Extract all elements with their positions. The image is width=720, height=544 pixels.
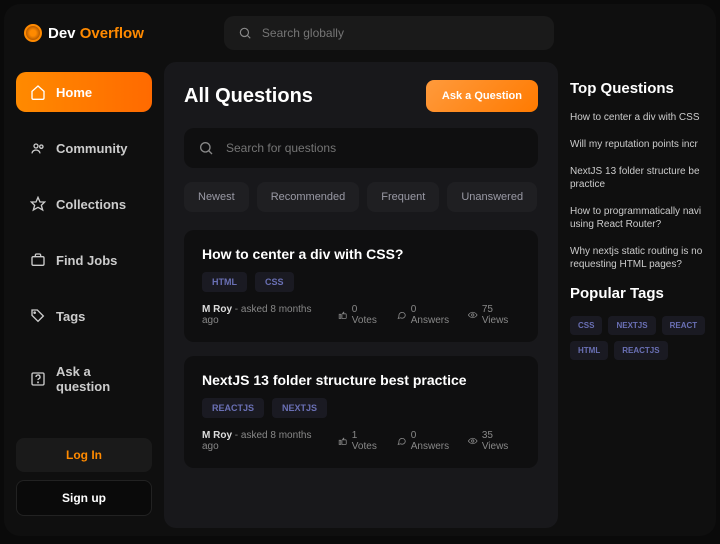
main-content: All Questions Ask a Question Newest Reco… (164, 62, 558, 528)
filter-recommended[interactable]: Recommended (257, 182, 360, 212)
views-stat: 35 Views (468, 430, 520, 452)
question-author: M Roy (202, 304, 232, 315)
top-question-item[interactable]: Will my reputation points incr (570, 138, 712, 151)
views-stat: 75 Views (468, 304, 520, 326)
top-question-item[interactable]: How to programmatically navi using React… (570, 205, 712, 231)
filter-frequent[interactable]: Frequent (367, 182, 439, 212)
popular-tag[interactable]: REACT (662, 316, 706, 335)
sidebar-item-collections[interactable]: Collections (16, 184, 152, 224)
question-tag[interactable]: NEXTJS (272, 398, 327, 418)
home-icon (30, 84, 46, 100)
question-card[interactable]: NextJS 13 folder structure best practice… (184, 356, 538, 468)
community-icon (30, 140, 46, 156)
search-icon (198, 140, 214, 156)
briefcase-icon (30, 252, 46, 268)
top-question-item[interactable]: NextJS 13 folder structure be practice (570, 165, 712, 191)
popular-tag[interactable]: REACTJS (614, 341, 667, 360)
filter-unanswered[interactable]: Unanswered (447, 182, 537, 212)
eye-icon (468, 310, 477, 320)
right-sidebar: Top Questions How to center a div with C… (566, 62, 716, 536)
filter-row: Newest Recommended Frequent Unanswered (184, 182, 538, 212)
star-icon (30, 196, 46, 212)
eye-icon (468, 436, 477, 446)
question-tag[interactable]: REACTJS (202, 398, 264, 418)
question-icon (30, 371, 46, 387)
sidebar-item-label: Tags (56, 309, 85, 324)
sidebar-item-tags[interactable]: Tags (16, 296, 152, 336)
signup-button[interactable]: Sign up (16, 480, 152, 516)
message-icon (397, 436, 406, 446)
question-title: NextJS 13 folder structure best practice (202, 372, 520, 388)
question-card[interactable]: How to center a div with CSS? HTML CSS M… (184, 230, 538, 342)
popular-tags-title: Popular Tags (570, 285, 712, 302)
popular-tag[interactable]: HTML (570, 341, 608, 360)
popular-tag[interactable]: CSS (570, 316, 602, 335)
thumb-icon (338, 436, 347, 446)
answers-stat: 0 Answers (397, 430, 454, 452)
search-icon (238, 26, 252, 40)
top-questions-title: Top Questions (570, 80, 712, 97)
sidebar: Home Community Collections Find Jobs Tag… (4, 62, 164, 536)
sidebar-item-label: Collections (56, 197, 126, 212)
sidebar-item-label: Home (56, 85, 92, 100)
sidebar-item-label: Ask a question (56, 364, 138, 394)
votes-stat: 1 Votes (338, 430, 383, 452)
top-question-item[interactable]: Why nextjs static routing is no requesti… (570, 245, 712, 271)
answers-stat: 0 Answers (397, 304, 454, 326)
page-title: All Questions (184, 85, 313, 108)
tag-icon (30, 308, 46, 324)
votes-stat: 0 Votes (338, 304, 383, 326)
logo-dev: Dev (48, 25, 76, 42)
sidebar-item-home[interactable]: Home (16, 72, 152, 112)
logo[interactable]: Dev Overflow (24, 24, 144, 42)
sidebar-item-label: Find Jobs (56, 253, 117, 268)
login-button[interactable]: Log In (16, 438, 152, 472)
question-search[interactable] (184, 128, 538, 168)
sidebar-item-ask[interactable]: Ask a question (16, 352, 152, 406)
global-search-input[interactable] (262, 26, 540, 40)
thumb-icon (338, 310, 347, 320)
sidebar-item-label: Community (56, 141, 128, 156)
sidebar-item-jobs[interactable]: Find Jobs (16, 240, 152, 280)
global-search[interactable] (224, 16, 554, 50)
message-icon (397, 310, 406, 320)
popular-tag[interactable]: NEXTJS (608, 316, 655, 335)
logo-icon (24, 24, 42, 42)
logo-overflow: Overflow (80, 25, 144, 42)
question-tag[interactable]: HTML (202, 272, 247, 292)
sidebar-item-community[interactable]: Community (16, 128, 152, 168)
filter-newest[interactable]: Newest (184, 182, 249, 212)
question-title: How to center a div with CSS? (202, 246, 520, 262)
question-author: M Roy (202, 430, 232, 441)
ask-question-button[interactable]: Ask a Question (426, 80, 538, 112)
question-search-input[interactable] (226, 141, 524, 155)
top-question-item[interactable]: How to center a div with CSS (570, 111, 712, 124)
question-tag[interactable]: CSS (255, 272, 294, 292)
